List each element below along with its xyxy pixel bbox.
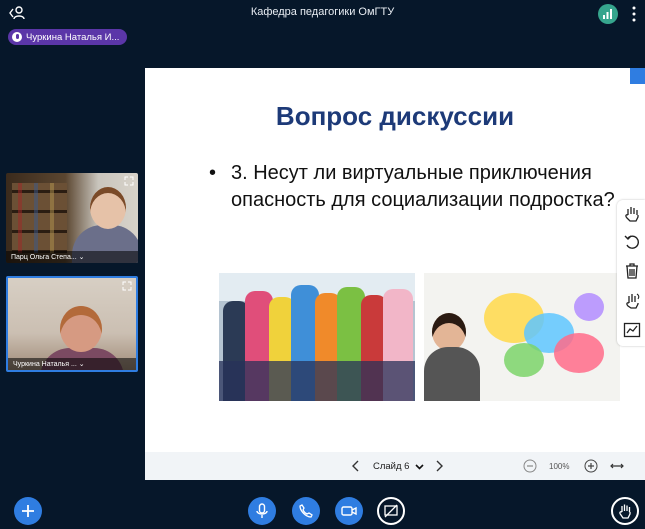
zoom-level: 100% bbox=[549, 462, 570, 471]
plus-icon bbox=[22, 505, 34, 517]
multi-user-pen-icon[interactable] bbox=[623, 292, 641, 310]
slide-bullet: • 3. Несут ли виртуальные приключения оп… bbox=[209, 160, 619, 214]
whiteboard-icon[interactable] bbox=[623, 321, 641, 339]
fit-to-width-icon[interactable] bbox=[610, 460, 624, 472]
screen-share-off-icon bbox=[384, 504, 398, 518]
participant-name: Чуркина Наталья ... ⌄ bbox=[8, 358, 136, 370]
screen-share-button[interactable] bbox=[377, 497, 405, 525]
more-vertical-icon[interactable] bbox=[630, 5, 638, 23]
slide-selector[interactable]: Слайд 6 bbox=[373, 461, 409, 472]
expand-icon[interactable] bbox=[122, 281, 132, 291]
phone-icon bbox=[299, 504, 313, 518]
thinking-boy-image bbox=[424, 273, 620, 401]
participant-name: Парц Ольга Степа... ⌄ bbox=[6, 251, 138, 263]
connection-status-icon[interactable] bbox=[598, 4, 618, 24]
participant-face bbox=[90, 187, 126, 229]
video-camera-icon bbox=[341, 506, 357, 516]
hand-icon bbox=[619, 504, 631, 519]
top-bar: Кафедра педагогики ОмГТУ bbox=[0, 0, 645, 26]
slide-title: Вопрос дискуссии bbox=[275, 101, 515, 131]
bookshelf-image bbox=[12, 183, 67, 253]
meeting-title: Кафедра педагогики ОмГТУ bbox=[250, 6, 395, 18]
whiteboard-toolbar bbox=[617, 200, 645, 346]
bullet-marker: • bbox=[209, 162, 217, 184]
camera-button[interactable] bbox=[335, 497, 363, 525]
microphone-button[interactable] bbox=[248, 497, 276, 525]
audio-button[interactable] bbox=[292, 497, 320, 525]
talking-user-name: Чуркина Наталья И... bbox=[26, 31, 120, 43]
video-tile[interactable]: Парц Ольга Степа... ⌄ bbox=[6, 173, 138, 263]
teens-with-phones-image bbox=[219, 273, 415, 401]
next-slide-icon[interactable] bbox=[434, 460, 444, 472]
minimize-presentation-button[interactable] bbox=[630, 68, 645, 84]
microphone-icon bbox=[256, 503, 268, 518]
presentation-controls: Слайд 6 100% bbox=[145, 452, 645, 480]
hand-tool-icon[interactable] bbox=[623, 205, 641, 223]
undo-icon[interactable] bbox=[623, 233, 641, 251]
presentation-slide[interactable]: Вопрос дискуссии • 3. Несут ли виртуальн… bbox=[145, 68, 645, 452]
chevron-down-icon[interactable] bbox=[415, 462, 424, 471]
trash-icon[interactable] bbox=[623, 262, 641, 280]
bullet-text: 3. Несут ли виртуальные приключения опас… bbox=[231, 162, 615, 211]
video-tile-active[interactable]: Чуркина Наталья ... ⌄ bbox=[6, 276, 138, 372]
talking-indicator[interactable]: Чуркина Наталья И... bbox=[8, 29, 128, 45]
microphone-icon bbox=[12, 32, 22, 42]
zoom-in-icon[interactable] bbox=[584, 459, 598, 473]
previous-slide-icon[interactable] bbox=[351, 460, 361, 472]
actions-button[interactable] bbox=[14, 497, 42, 525]
expand-icon[interactable] bbox=[124, 176, 134, 186]
raise-hand-button[interactable] bbox=[611, 497, 639, 525]
participant-face bbox=[60, 306, 102, 352]
zoom-out-icon[interactable] bbox=[523, 459, 537, 473]
